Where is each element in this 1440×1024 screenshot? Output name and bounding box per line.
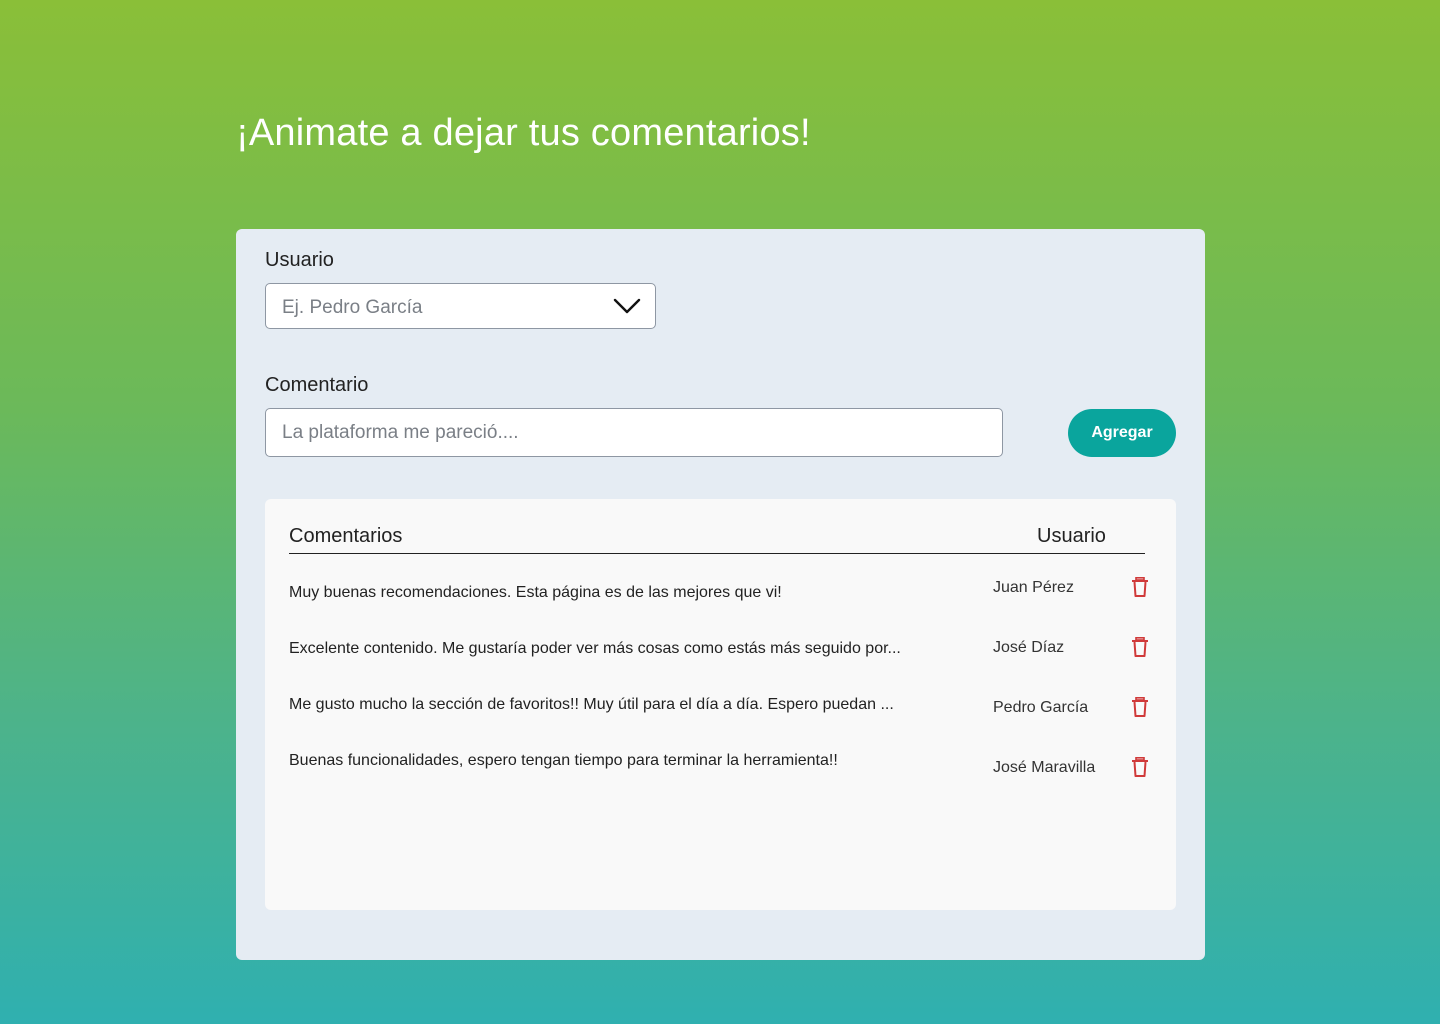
comment-form-card: Usuario Ej. Pedro García Comentario Agre…: [236, 229, 1205, 960]
comment-input[interactable]: [265, 408, 1003, 457]
table-row: Muy buenas recomendaciones. Esta página …: [289, 577, 1149, 619]
user-label: Usuario: [265, 249, 334, 271]
trash-icon[interactable]: [1131, 577, 1149, 597]
row-user: Pedro García: [993, 699, 1089, 716]
user-select-placeholder: Ej. Pedro García: [282, 297, 423, 318]
table-row: Me gusto mucho la sección de favoritos!!…: [289, 691, 1149, 731]
row-comment: Me gusto mucho la sección de favoritos!!…: [289, 696, 894, 713]
trash-icon[interactable]: [1131, 757, 1149, 777]
row-comment: Muy buenas recomendaciones. Esta página …: [289, 584, 782, 601]
table-row: Excelente contenido. Me gustaría poder v…: [289, 635, 1149, 675]
row-user: José Maravilla: [993, 759, 1096, 776]
column-header-user: Usuario: [1037, 525, 1106, 547]
chevron-down-icon: [613, 298, 641, 314]
row-user: Juan Pérez: [993, 579, 1074, 596]
table-row: Buenas funcionalidades, espero tengan ti…: [289, 747, 1149, 787]
row-comment: Buenas funcionalidades, espero tengan ti…: [289, 752, 838, 769]
add-button[interactable]: Agregar: [1068, 409, 1176, 457]
page-title: ¡Animate a dejar tus comentarios!: [236, 112, 811, 154]
row-user: José Díaz: [993, 639, 1065, 656]
row-comment: Excelente contenido. Me gustaría poder v…: [289, 640, 901, 657]
table-header: Comentarios Usuario: [289, 525, 1145, 554]
comment-label: Comentario: [265, 374, 369, 396]
trash-icon[interactable]: [1131, 637, 1149, 657]
column-header-comments: Comentarios: [289, 525, 403, 547]
comments-table: Comentarios Usuario Muy buenas recomenda…: [265, 499, 1176, 910]
trash-icon[interactable]: [1131, 697, 1149, 717]
user-select[interactable]: Ej. Pedro García: [265, 283, 656, 329]
